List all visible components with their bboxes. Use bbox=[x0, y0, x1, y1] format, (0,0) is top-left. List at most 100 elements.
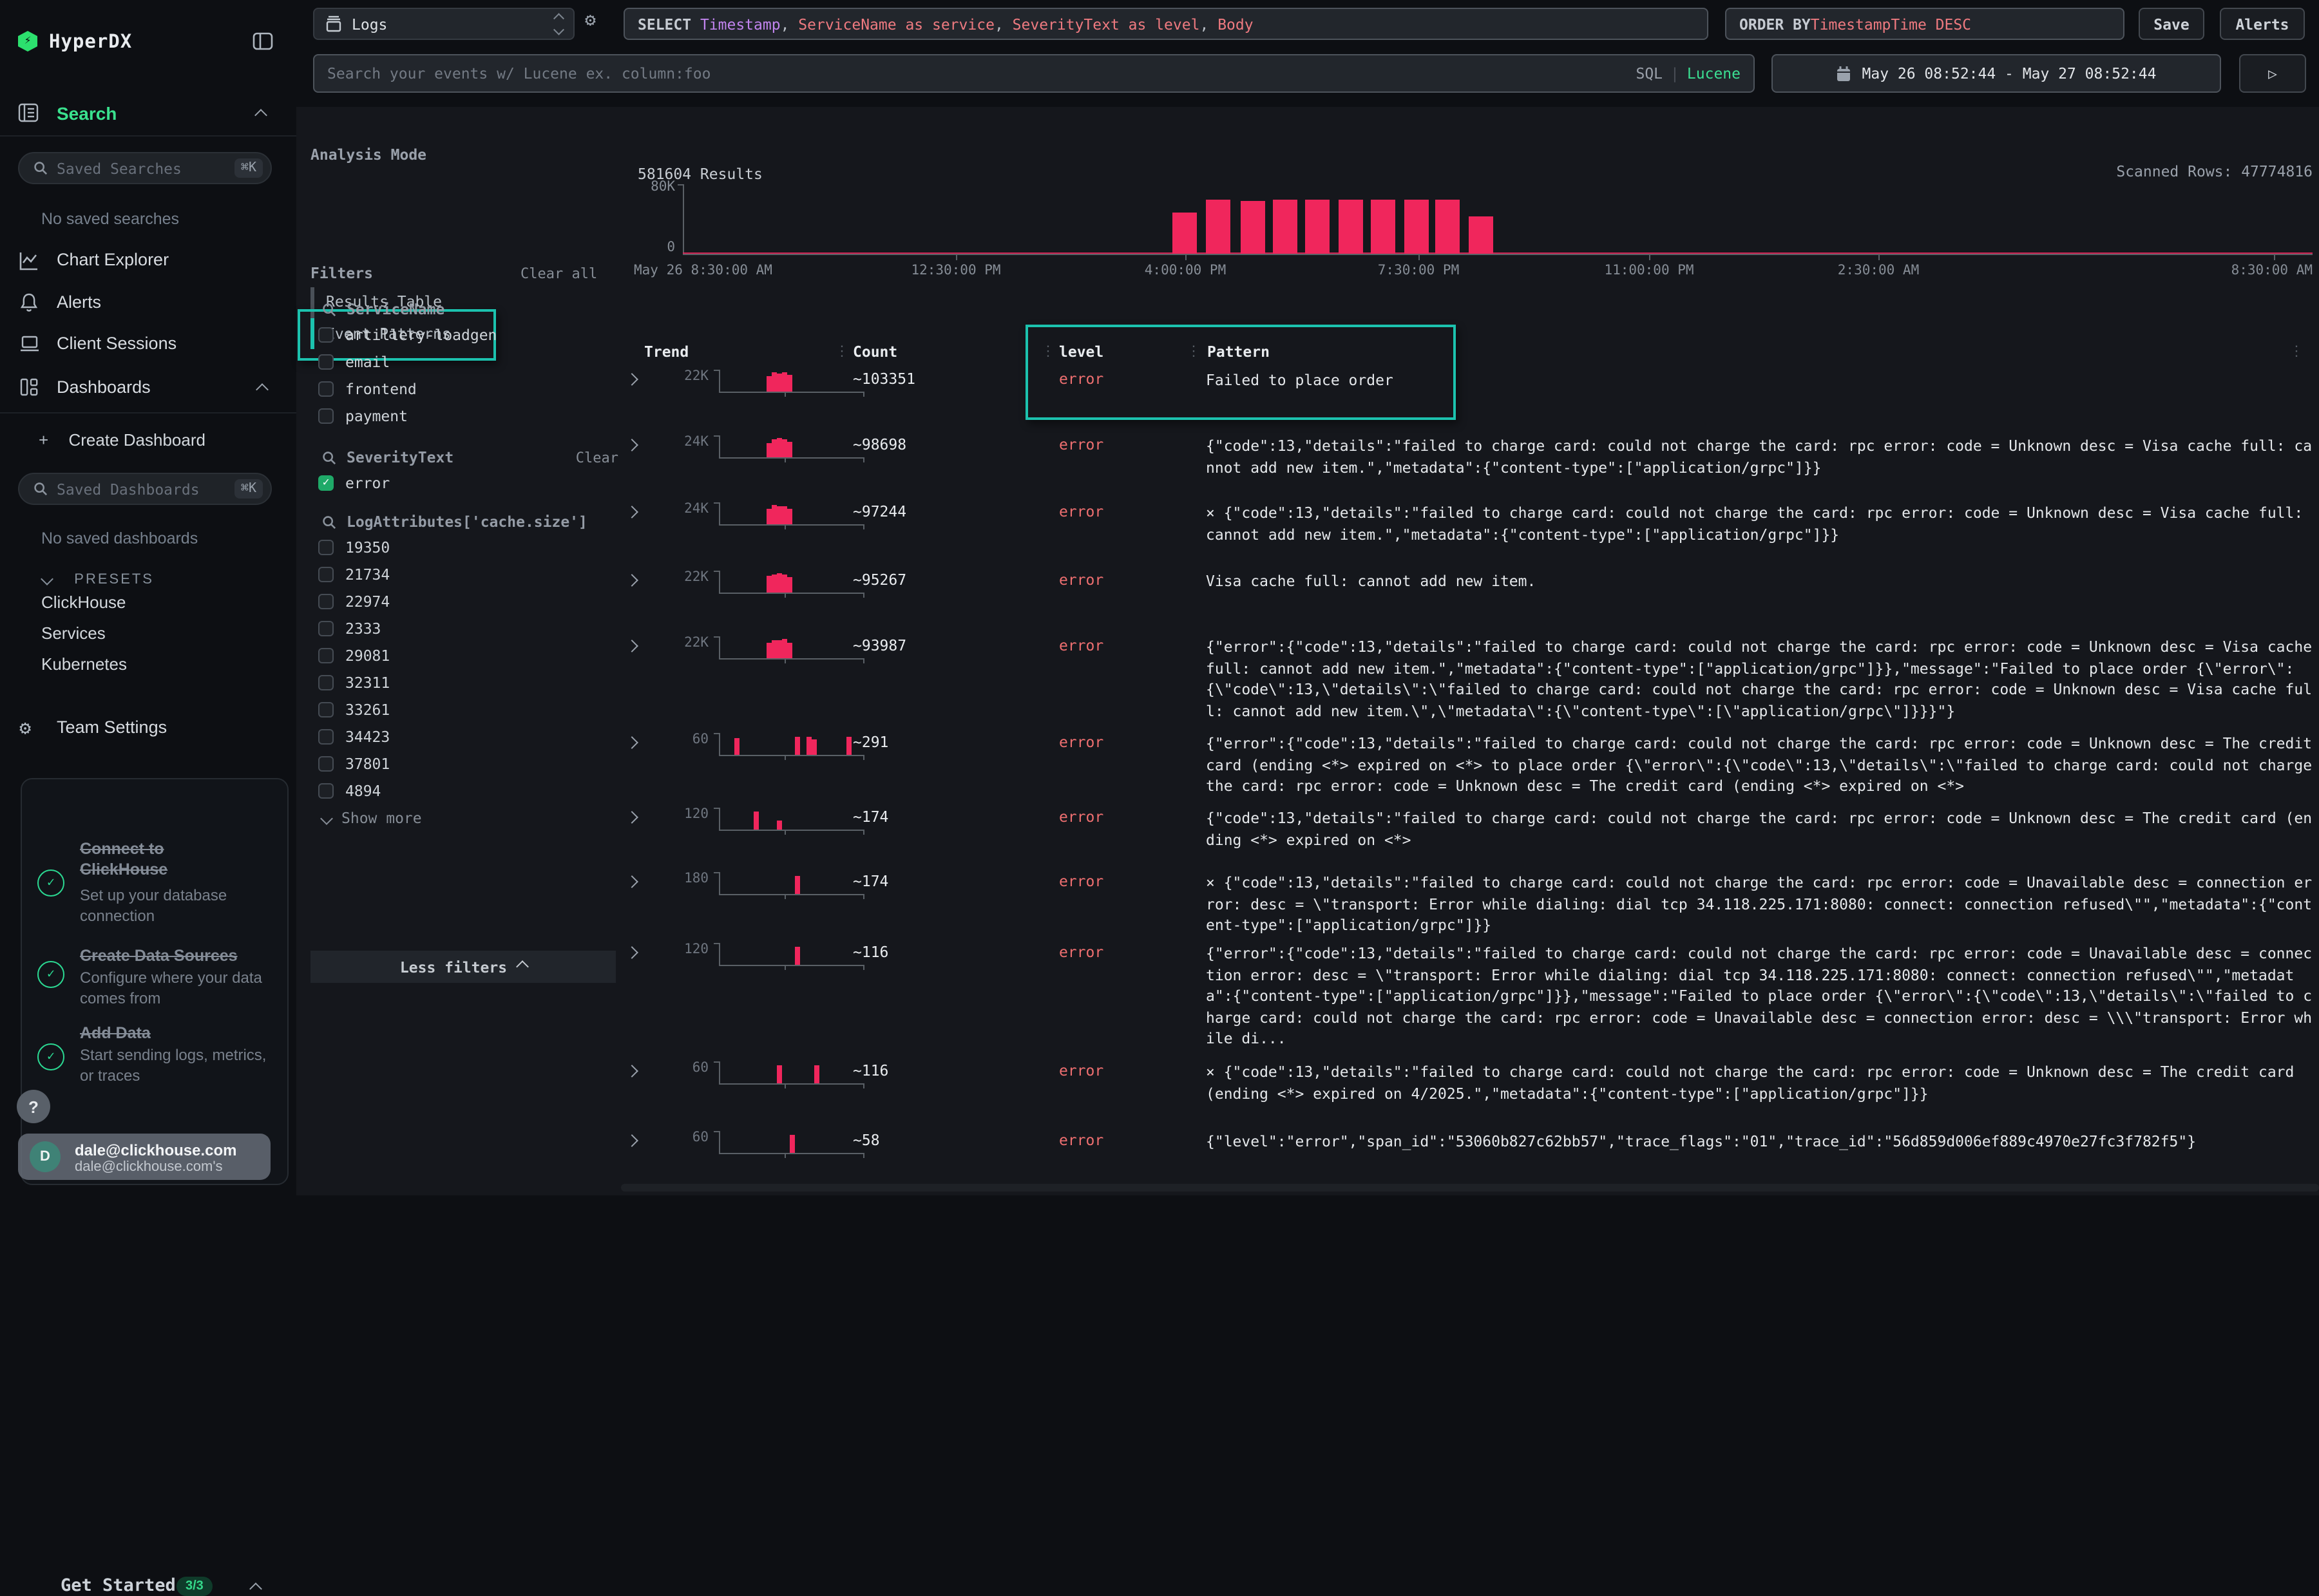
x-axis-label: 11:00:00 PM bbox=[1546, 263, 1752, 278]
checkbox-unchecked[interactable] bbox=[318, 594, 334, 609]
date-range-picker[interactable]: May 26 08:52:44 - May 27 08:52:44 bbox=[1771, 54, 2221, 93]
filter-option[interactable]: artillery-loadgen bbox=[318, 326, 497, 344]
lang-toggle-sql[interactable]: SQL bbox=[1636, 64, 1663, 82]
checkbox-unchecked[interactable] bbox=[318, 729, 334, 745]
order-by-input[interactable]: ORDER BY TimestampTime DESC bbox=[1725, 8, 2124, 40]
checkbox-checked[interactable]: ✓ bbox=[318, 475, 334, 491]
row-expand-chevron-icon[interactable] bbox=[625, 439, 638, 451]
spark-tick bbox=[785, 392, 786, 397]
filter-option[interactable]: email bbox=[318, 353, 390, 371]
show-more-link[interactable]: Show more bbox=[322, 809, 422, 827]
checkbox-unchecked[interactable] bbox=[318, 408, 334, 424]
spark-bar bbox=[846, 737, 852, 755]
filter-option[interactable]: frontend bbox=[318, 380, 417, 398]
filter-group-header[interactable]: ServiceName bbox=[322, 300, 618, 318]
source-select[interactable]: Logs bbox=[313, 8, 575, 40]
get-started-collapse-chevron-icon[interactable] bbox=[249, 1582, 262, 1595]
count-cell: ~174 bbox=[853, 808, 888, 826]
get-started-item-title[interactable]: Connect to ClickHouse bbox=[80, 839, 202, 880]
collapse-sidebar-icon[interactable] bbox=[253, 32, 273, 50]
sidebar-item-preset-kubernetes[interactable]: Kubernetes bbox=[41, 654, 127, 674]
lang-toggle-lucene[interactable]: Lucene bbox=[1687, 64, 1741, 82]
row-expand-chevron-icon[interactable] bbox=[625, 736, 638, 749]
checkbox-unchecked[interactable] bbox=[318, 354, 334, 370]
checkbox-unchecked[interactable] bbox=[318, 327, 334, 343]
create-dashboard-button[interactable]: + Create Dashboard bbox=[39, 430, 205, 451]
sidebar-item-chart-explorer[interactable]: Chart Explorer bbox=[0, 243, 296, 277]
sidebar-item-preset-clickhouse[interactable]: ClickHouse bbox=[41, 593, 126, 612]
filter-clear-link[interactable]: Clear bbox=[576, 449, 618, 466]
filter-option[interactable]: 33261 bbox=[318, 701, 390, 719]
saved-searches-input[interactable]: Saved Searches ⌘K bbox=[18, 152, 272, 184]
checkbox-unchecked[interactable] bbox=[318, 621, 334, 636]
less-filters-button[interactable]: Less filters bbox=[310, 951, 616, 983]
filter-option[interactable]: 22974 bbox=[318, 593, 390, 611]
search-collapse-chevron-icon[interactable] bbox=[254, 109, 267, 122]
filter-option[interactable]: 34423 bbox=[318, 728, 390, 746]
count-cell: ~116 bbox=[853, 1061, 888, 1079]
clear-all-filters-link[interactable]: Clear all bbox=[520, 265, 597, 282]
row-expand-chevron-icon[interactable] bbox=[625, 373, 638, 386]
presets-toggle[interactable]: PRESETS bbox=[43, 564, 154, 589]
checkbox-unchecked[interactable] bbox=[318, 381, 334, 397]
checkbox-unchecked[interactable] bbox=[318, 648, 334, 663]
spark-bar bbox=[734, 738, 740, 755]
get-started-item-title[interactable]: Create Data Sources bbox=[80, 945, 260, 966]
histogram-bar bbox=[1206, 200, 1230, 254]
checkbox-unchecked[interactable] bbox=[318, 540, 334, 555]
chart-explorer-icon bbox=[19, 251, 39, 271]
sidebar-item-dashboards[interactable]: Dashboards bbox=[0, 371, 296, 404]
spark-top-tick bbox=[714, 571, 719, 572]
filter-option[interactable]: ✓error bbox=[318, 474, 390, 492]
filter-option[interactable]: 37801 bbox=[318, 755, 390, 773]
horizontal-scrollbar[interactable] bbox=[621, 1184, 2319, 1192]
spark-bar bbox=[777, 573, 782, 593]
row-expand-chevron-icon[interactable] bbox=[625, 946, 638, 959]
row-expand-chevron-icon[interactable] bbox=[625, 574, 638, 587]
row-expand-chevron-icon[interactable] bbox=[625, 506, 638, 518]
checkbox-unchecked[interactable] bbox=[318, 675, 334, 690]
trend-sparkline: 60 bbox=[665, 730, 832, 761]
saved-dashboards-input[interactable]: Saved Dashboards ⌘K bbox=[18, 473, 272, 505]
run-query-button[interactable]: ▷ bbox=[2239, 54, 2306, 93]
event-search-input[interactable]: Search your events w/ Lucene ex. column:… bbox=[313, 54, 1755, 93]
histogram-bar bbox=[1404, 200, 1429, 254]
checkbox-unchecked[interactable] bbox=[318, 783, 334, 799]
column-header-count[interactable]: Count bbox=[853, 343, 897, 361]
help-button[interactable]: ? bbox=[17, 1090, 50, 1123]
row-expand-chevron-icon[interactable] bbox=[625, 811, 638, 824]
column-header-trend[interactable]: Trend bbox=[644, 343, 689, 361]
column-menu-icon[interactable]: ⋮ bbox=[2289, 343, 2304, 359]
checkbox-unchecked[interactable] bbox=[318, 756, 334, 772]
row-expand-chevron-icon[interactable] bbox=[625, 640, 638, 652]
checkbox-unchecked[interactable] bbox=[318, 702, 334, 717]
filter-option[interactable]: 4894 bbox=[318, 782, 381, 800]
trend-max-label: 24K bbox=[665, 434, 709, 450]
filter-option[interactable]: 21734 bbox=[318, 565, 390, 584]
filter-group-header[interactable]: LogAttributes['cache.size'] bbox=[322, 513, 618, 531]
user-menu[interactable]: D dale@clickhouse.com dale@clickhouse.co… bbox=[18, 1134, 271, 1180]
checkbox-unchecked[interactable] bbox=[318, 567, 334, 582]
sidebar-item-alerts[interactable]: Alerts bbox=[0, 286, 296, 319]
filter-group-header[interactable]: SeverityTextClear bbox=[322, 448, 618, 466]
row-expand-chevron-icon[interactable] bbox=[625, 875, 638, 888]
sql-select-input[interactable]: SELECT Timestamp, ServiceName as service… bbox=[624, 8, 1708, 40]
filter-option[interactable]: payment bbox=[318, 407, 408, 425]
source-settings-gear-icon[interactable]: ⚙ bbox=[585, 10, 596, 31]
sidebar-item-search[interactable]: Search bbox=[57, 103, 117, 124]
alerts-button[interactable]: Alerts bbox=[2220, 8, 2305, 40]
filter-option[interactable]: 32311 bbox=[318, 674, 390, 692]
filter-option[interactable]: 19350 bbox=[318, 538, 390, 556]
check-circle-icon: ✓ bbox=[37, 1043, 64, 1070]
filter-option[interactable]: 29081 bbox=[318, 647, 390, 665]
get-started-item-title[interactable]: Add Data bbox=[80, 1023, 260, 1043]
row-expand-chevron-icon[interactable] bbox=[625, 1065, 638, 1078]
spark-top-tick bbox=[714, 370, 719, 371]
sidebar-item-client-sessions[interactable]: Client Sessions bbox=[0, 327, 296, 361]
filter-option[interactable]: 2333 bbox=[318, 620, 381, 638]
column-drag-handle-icon[interactable]: ⋮ bbox=[835, 343, 849, 359]
row-expand-chevron-icon[interactable] bbox=[625, 1134, 638, 1147]
sidebar-item-team-settings[interactable]: Team Settings bbox=[57, 717, 167, 737]
sidebar-item-preset-services[interactable]: Services bbox=[41, 623, 106, 643]
save-button[interactable]: Save bbox=[2139, 8, 2204, 40]
